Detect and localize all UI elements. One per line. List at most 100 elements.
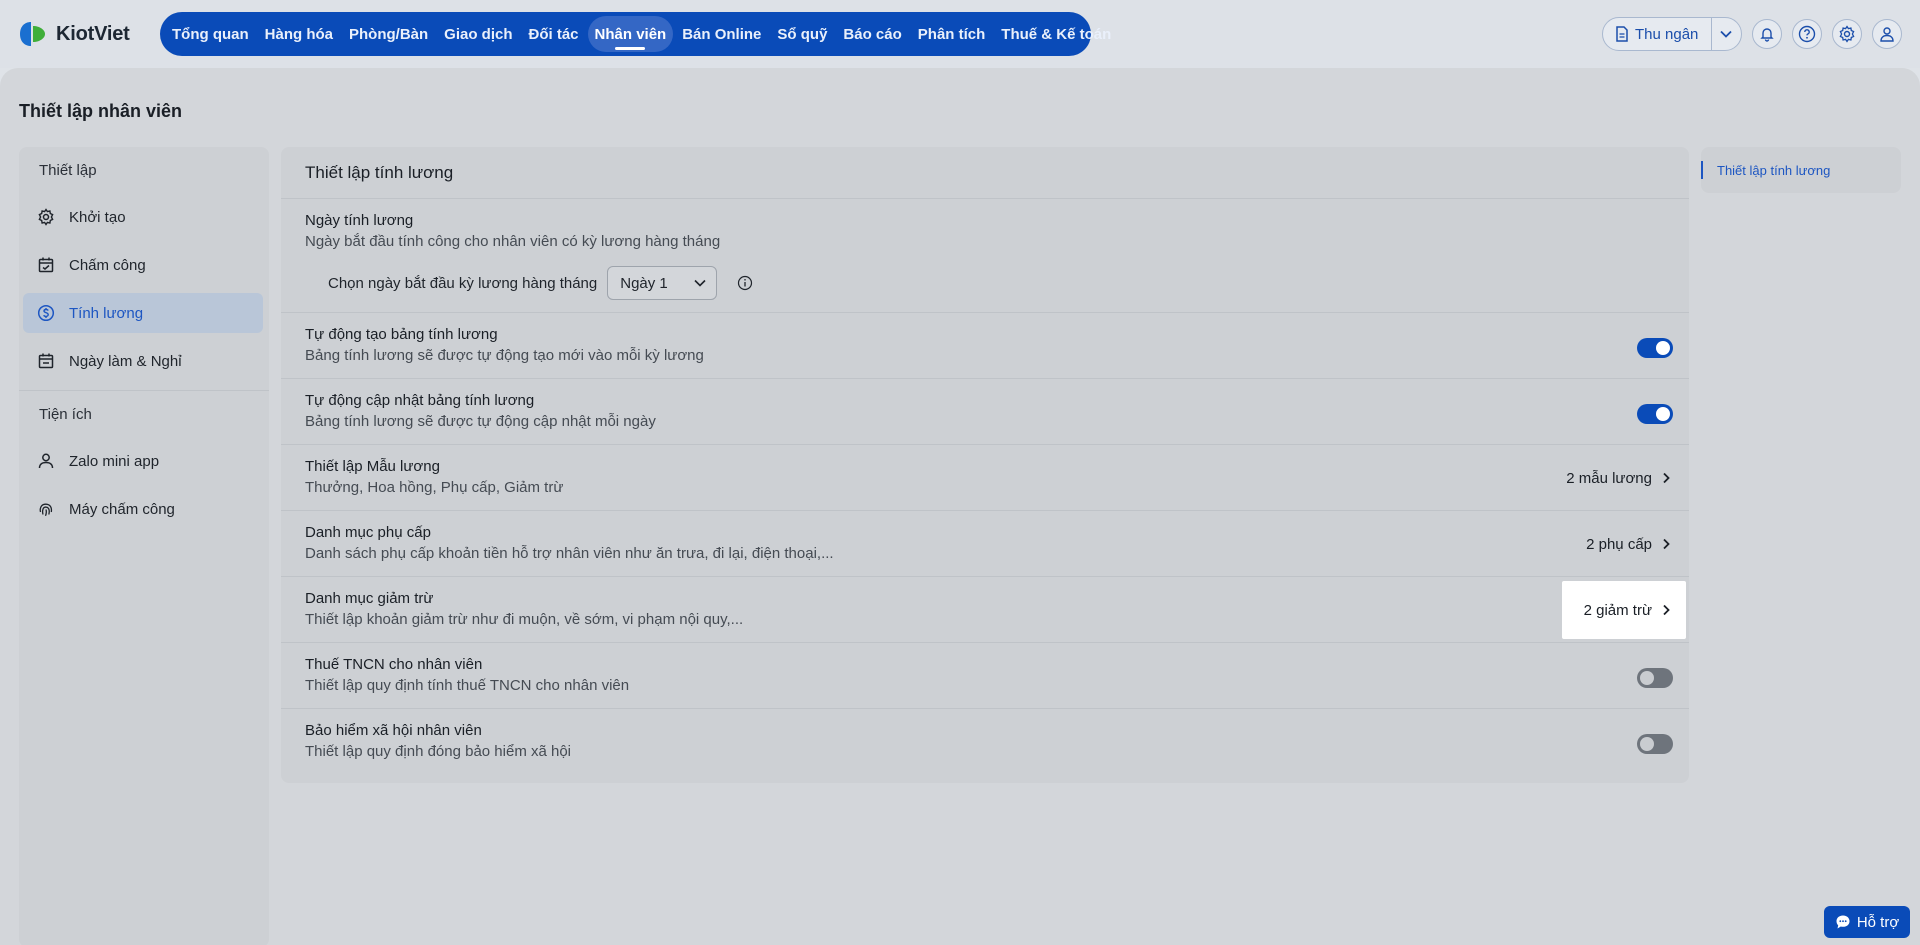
cashier-label: Thu ngân [1635,25,1699,43]
allowances-count: 2 phụ cấp [1586,535,1652,553]
nav-item-thue-ke-toan[interactable]: Thuế & Kế toán [994,16,1118,52]
deductions-count: 2 giảm trừ [1583,601,1652,619]
row-description: Bảng tính lương sẽ được tự động tạo mới … [305,347,704,364]
document-icon [1615,26,1629,42]
row-description: Ngày bắt đầu tính công cho nhân viên có … [305,233,721,250]
sidebar-item-may-cham-cong[interactable]: Máy chấm công [23,489,263,529]
sidebar-item-label: Khởi tạo [69,208,126,226]
sidebar-item-label: Máy chấm công [69,500,175,518]
payroll-settings-card: Thiết lập tính lương Ngày tính lương Ngà… [281,147,1689,783]
allowances-row: Danh mục phụ cấp Danh sách phụ cấp khoản… [281,511,1689,577]
row-title: Thuế TNCN cho nhân viên [305,656,483,673]
auto-update-payroll-row: Tự động cập nhật bảng tính lương Bảng tí… [281,379,1689,445]
top-bar: KiotViet Tổng quan Hàng hóa Phòng/Bàn Gi… [0,0,1920,68]
nav-item-giao-dich[interactable]: Giao dịch [437,16,519,52]
page-panel: Thiết lập nhân viên Thiết lập Khởi tạo C… [0,68,1920,945]
auto-update-payroll-toggle[interactable] [1637,404,1673,424]
salary-templates-count: 2 mẫu lương [1566,469,1652,487]
payday-row: Ngày tính lương Ngày bắt đầu tính công c… [281,199,1689,313]
row-title: Danh mục giảm trừ [305,590,434,607]
chevron-right-icon [1662,472,1670,484]
sidebar-item-ngay-lam-nghi[interactable]: Ngày làm & Nghỉ [23,341,263,381]
bell-icon [1759,26,1775,42]
anchor-link-payroll[interactable]: Thiết lập tính lương [1717,163,1830,178]
nav-item-hang-hoa[interactable]: Hàng hóa [258,16,340,52]
info-icon[interactable] [737,275,753,291]
auto-create-payroll-toggle[interactable] [1637,338,1673,358]
gear-icon [1838,25,1856,43]
support-button[interactable]: Hỗ trợ [1824,906,1910,938]
kiotviet-logo-icon [16,18,48,50]
row-title: Danh mục phụ cấp [305,524,431,541]
cashier-button-group: Thu ngân [1602,17,1742,51]
social-insurance-toggle[interactable] [1637,734,1673,754]
page-title: Thiết lập nhân viên [19,101,183,121]
row-title: Bảo hiểm xã hội nhân viên [305,722,482,739]
cashier-button[interactable]: Thu ngân [1603,18,1711,50]
sidebar-section-utilities: Tiện ích [39,406,92,423]
sidebar-item-tinh-luong[interactable]: Tính lương [23,293,263,333]
calendar-check-icon [37,256,55,274]
sidebar-item-label: Chấm công [69,256,146,274]
nav-item-phong-ban[interactable]: Phòng/Bàn [342,16,435,52]
nav-item-bao-cao[interactable]: Báo cáo [836,16,908,52]
income-tax-row: Thuế TNCN cho nhân viên Thiết lập quy đị… [281,643,1689,709]
cashier-dropdown-button[interactable] [1712,18,1741,50]
sidebar-item-label: Tính lương [69,304,144,322]
payday-select[interactable]: Ngày 1 [607,266,718,300]
account-button[interactable] [1872,19,1902,49]
help-button[interactable] [1792,19,1822,49]
card-title: Thiết lập tính lương [281,147,1689,199]
sidebar-item-label: Ngày làm & Nghỉ [69,352,182,370]
user-icon [1879,26,1895,42]
deductions-row: Danh mục giảm trừ Thiết lập khoản giảm t… [281,577,1689,643]
row-title: Thiết lập Mẫu lương [305,458,440,475]
payday-select-line: Chọn ngày bắt đầu kỳ lương hàng tháng Ng… [328,266,753,300]
chevron-down-icon [1720,30,1732,38]
chevron-right-icon [1662,538,1670,550]
payday-select-label: Chọn ngày bắt đầu kỳ lương hàng tháng [328,274,598,292]
nav-item-doi-tac[interactable]: Đối tác [522,16,586,52]
sidebar-item-cham-cong[interactable]: Chấm công [23,245,263,285]
sidebar-item-khoi-tao[interactable]: Khởi tạo [23,197,263,237]
nav-item-phan-tich[interactable]: Phân tích [911,16,993,52]
payday-select-value: Ngày 1 [620,274,668,292]
salary-templates-row: Thiết lập Mẫu lương Thưởng, Hoa hồng, Ph… [281,445,1689,511]
sidebar-section-setup: Thiết lập [39,162,97,179]
row-description: Thiết lập khoản giảm trừ như đi muộn, về… [305,611,744,628]
nav-item-tong-quan[interactable]: Tổng quan [165,16,256,52]
nav-item-ban-online[interactable]: Bán Online [675,16,768,52]
fingerprint-icon [37,500,55,518]
allowances-link[interactable]: 2 phụ cấp [1562,515,1686,573]
calendar-icon [37,352,55,370]
brand-name: KiotViet [56,22,130,45]
gear-icon [37,208,55,226]
row-description: Thưởng, Hoa hồng, Phụ cấp, Giảm trừ [305,479,564,496]
sidebar-item-zalo-mini-app[interactable]: Zalo mini app [23,441,263,481]
help-icon [1798,25,1816,43]
deductions-link[interactable]: 2 giảm trừ [1562,581,1686,639]
notifications-button[interactable] [1752,19,1782,49]
chat-icon [1835,914,1851,930]
row-description: Bảng tính lương sẽ được tự động cập nhật… [305,413,656,430]
row-description: Danh sách phụ cấp khoản tiền hỗ trợ nhân… [305,545,834,562]
row-title: Ngày tính lương [305,212,414,229]
salary-templates-link[interactable]: 2 mẫu lương [1546,449,1686,507]
sidebar-divider [19,390,269,391]
row-title: Tự động cập nhật bảng tính lương [305,392,535,409]
row-title: Tự động tạo bảng tính lương [305,326,498,343]
sidebar-item-label: Zalo mini app [69,452,160,470]
row-description: Thiết lập quy định tính thuế TNCN cho nh… [305,677,630,694]
support-label: Hỗ trợ [1856,913,1900,931]
social-insurance-row: Bảo hiểm xã hội nhân viên Thiết lập quy … [281,709,1689,775]
settings-sidebar: Thiết lập Khởi tạo Chấm công Tính lương … [19,147,269,945]
section-anchor-nav: Thiết lập tính lương [1701,147,1901,193]
nav-item-so-quy[interactable]: Sổ quỹ [770,16,834,52]
dollar-circle-icon [37,304,55,322]
income-tax-toggle[interactable] [1637,668,1673,688]
kiotviet-logo[interactable]: KiotViet [16,18,130,50]
nav-item-nhan-vien[interactable]: Nhân viên [587,16,674,52]
anchor-active-indicator [1701,161,1703,179]
settings-button[interactable] [1832,19,1862,49]
row-description: Thiết lập quy định đóng bảo hiểm xã hội [305,743,572,760]
